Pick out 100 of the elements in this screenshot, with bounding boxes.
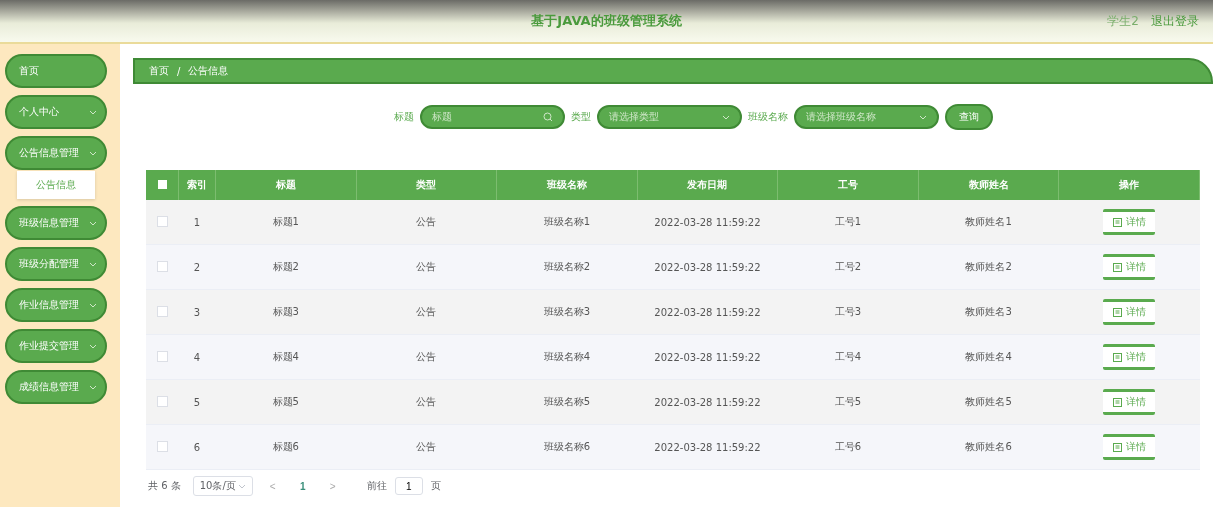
detail-button[interactable]: 详情: [1103, 389, 1156, 415]
table-cell: 公告: [356, 289, 497, 335]
table-cell: 工号4: [777, 334, 919, 380]
document-icon: [1112, 352, 1122, 362]
table-cell: 2022-03-28 11:59:22: [637, 244, 778, 290]
breadcrumb-link[interactable]: 首页: [149, 64, 169, 78]
query-button[interactable]: 查询: [944, 104, 993, 130]
page-number[interactable]: 1: [292, 479, 313, 493]
filter-label: 标题: [393, 110, 414, 124]
chevron-icon: [89, 220, 97, 226]
table-cell: 标题2: [215, 244, 357, 290]
sidebar-item[interactable]: 成绩信息管理: [5, 370, 107, 404]
detail-button[interactable]: 详情: [1103, 209, 1156, 235]
logout-link[interactable]: 退出登录: [1151, 12, 1199, 30]
system-title: 基于JAVA的班级管理系统: [531, 12, 682, 30]
table-cell: 教师姓名5: [918, 379, 1059, 425]
table-cell: 公告: [356, 379, 497, 425]
column-header: 索引: [178, 170, 216, 200]
table-cell: 班级名称1: [496, 200, 638, 245]
sidebar-item[interactable]: 公告信息管理: [5, 136, 107, 170]
table-cell: 工号6: [777, 424, 919, 470]
row-checkbox[interactable]: [156, 260, 168, 272]
detail-button[interactable]: 详情: [1103, 299, 1156, 325]
table-cell: 3: [178, 289, 216, 335]
chevron-icon: [89, 261, 97, 267]
column-header: 操作: [1058, 170, 1200, 200]
table-cell: 工号3: [777, 289, 919, 335]
page-input[interactable]: 1: [394, 477, 423, 495]
row-checkbox[interactable]: [156, 350, 168, 362]
table-cell: 2022-03-28 11:59:22: [637, 424, 778, 470]
table-cell: 工号2: [777, 244, 919, 290]
table-cell: 班级名称4: [496, 334, 638, 380]
table-cell: 公告: [356, 200, 497, 245]
table-cell: 公告: [356, 424, 497, 470]
table-cell: 标题3: [215, 289, 357, 335]
table-cell: 标题6: [215, 424, 357, 470]
table-cell: 公告: [356, 244, 497, 290]
chevron-icon: [237, 483, 246, 489]
table-cell: 工号5: [777, 379, 919, 425]
sidebar-item[interactable]: 作业提交管理: [5, 329, 107, 363]
document-icon: [1112, 262, 1122, 272]
column-header: 教师姓名: [918, 170, 1059, 200]
table-cell: 教师姓名3: [918, 289, 1059, 335]
chevron-icon: [918, 114, 927, 120]
total-count: 共 6 条: [148, 479, 181, 493]
table-cell: 班级名称6: [496, 424, 638, 470]
table-cell: 公告: [356, 334, 497, 380]
table-cell: 教师姓名2: [918, 244, 1059, 290]
table-cell: 2022-03-28 11:59:22: [637, 334, 778, 380]
table-cell: 2: [178, 244, 216, 290]
table-cell: 2022-03-28 11:59:22: [637, 379, 778, 425]
row-checkbox[interactable]: [156, 395, 168, 407]
column-header: 类型: [356, 170, 497, 200]
chevron-icon: [89, 109, 97, 115]
column-header: 工号: [777, 170, 919, 200]
sidebar-item[interactable]: 作业信息管理: [5, 288, 107, 322]
submenu-item[interactable]: 公告信息: [17, 171, 95, 199]
breadcrumb-link[interactable]: 公告信息: [188, 64, 229, 78]
table-cell: 5: [178, 379, 216, 425]
filter-label: 班级名称: [747, 110, 788, 124]
detail-button[interactable]: 详情: [1103, 434, 1156, 460]
previous-page-button[interactable]: <: [260, 479, 285, 493]
filter-label: 类型: [570, 110, 591, 124]
user-name: 学生2: [1107, 12, 1139, 30]
row-checkbox[interactable]: [156, 305, 168, 317]
select-field[interactable]: 请选择班级名称: [793, 105, 939, 129]
sidebar-item[interactable]: 班级分配管理: [5, 247, 107, 281]
select-field[interactable]: 请选择类型: [596, 105, 742, 129]
chevron-icon: [89, 384, 97, 390]
table-cell: 教师姓名6: [918, 424, 1059, 470]
document-icon: [1112, 442, 1122, 452]
table-cell: 1: [178, 200, 216, 245]
select-all-checkbox[interactable]: [157, 179, 167, 189]
document-icon: [1112, 217, 1122, 227]
chevron-icon: [721, 114, 730, 120]
sidebar-item[interactable]: 首页: [5, 54, 107, 88]
search-field[interactable]: 标题: [419, 105, 565, 129]
row-checkbox[interactable]: [156, 215, 168, 227]
table-cell: 2022-03-28 11:59:22: [637, 200, 778, 245]
table-cell: 标题4: [215, 334, 357, 380]
row-checkbox[interactable]: [156, 440, 168, 452]
detail-button[interactable]: 详情: [1103, 344, 1156, 370]
breadcrumb-separator: /: [177, 65, 181, 77]
next-page-button[interactable]: >: [320, 479, 345, 493]
document-icon: [1112, 397, 1122, 407]
column-header: 发布日期: [637, 170, 778, 200]
table-cell: 班级名称2: [496, 244, 638, 290]
page-suffix: 页: [430, 479, 441, 493]
table-cell: 6: [178, 424, 216, 470]
detail-button[interactable]: 详情: [1103, 254, 1156, 280]
page-size-select[interactable]: 10条/页: [192, 476, 253, 496]
sidebar-item[interactable]: 班级信息管理: [5, 206, 107, 240]
chevron-icon: [89, 150, 97, 156]
table-cell: 教师姓名4: [918, 334, 1059, 380]
sidebar-item[interactable]: 个人中心: [5, 95, 107, 129]
goto-label: 前往: [366, 479, 387, 493]
table-cell: 教师姓名1: [918, 200, 1059, 245]
table-cell: 班级名称3: [496, 289, 638, 335]
table-cell: 2022-03-28 11:59:22: [637, 289, 778, 335]
chevron-icon: [89, 343, 97, 349]
